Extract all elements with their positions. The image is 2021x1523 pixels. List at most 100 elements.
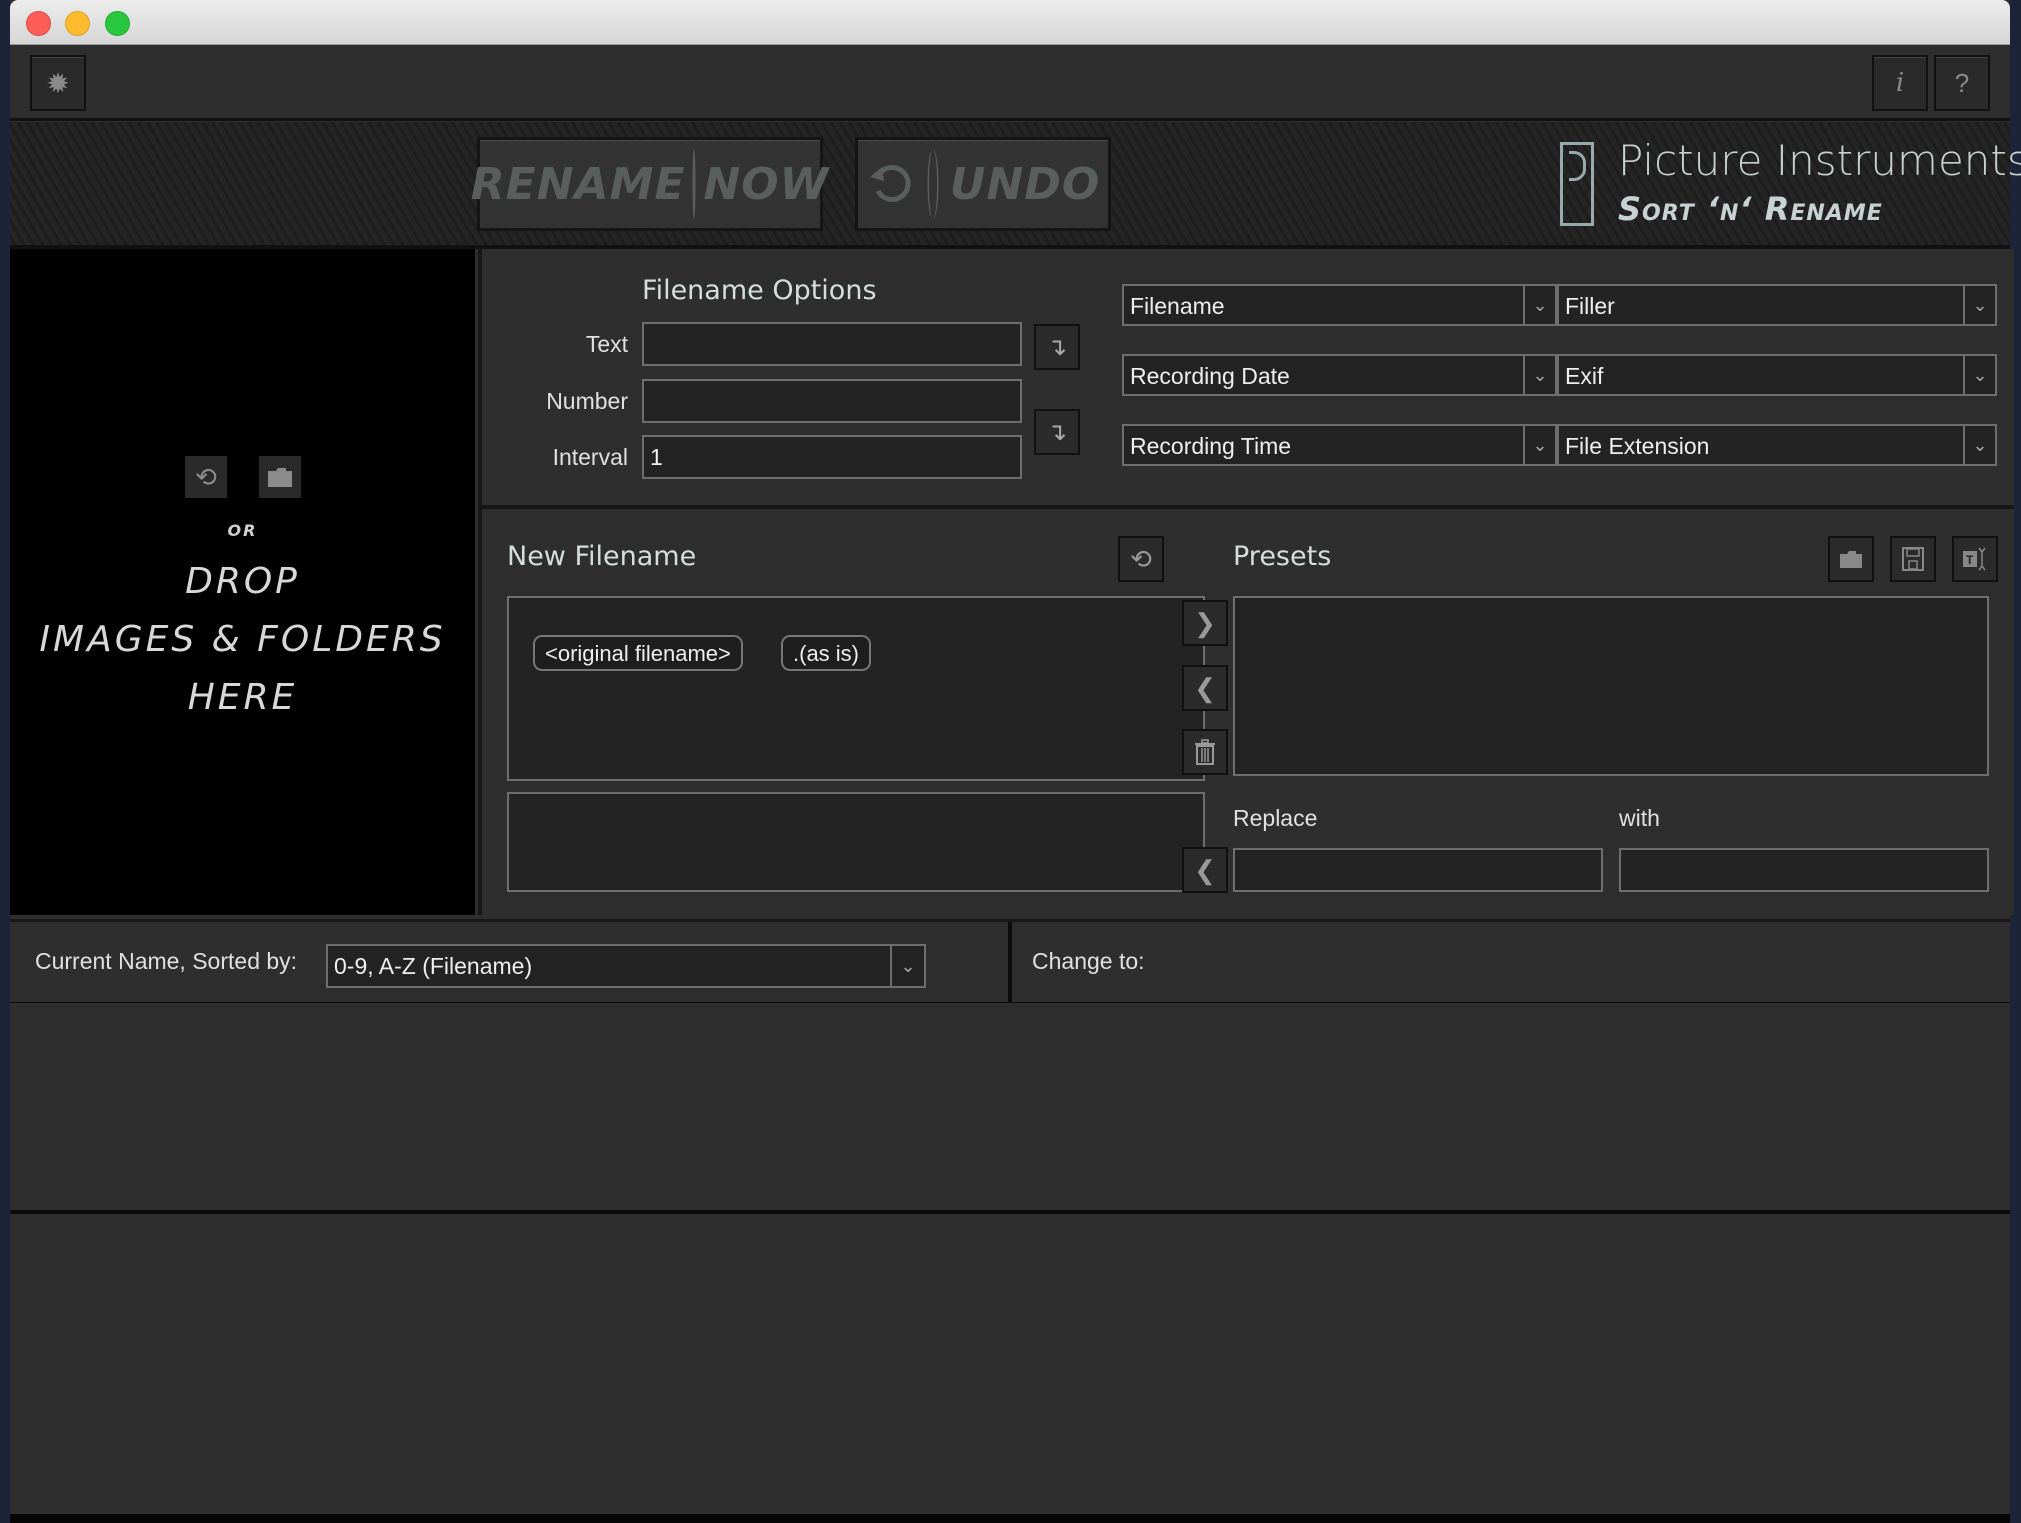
new-filename-panel: New Filename ⟲ <original filename> .(as … [478,509,2014,915]
help-button[interactable]: ? [1934,55,1990,111]
field-select-2[interactable]: Recording Date ⌄ [1122,354,1557,396]
pattern-tag[interactable]: .(as is) [781,635,871,671]
insert-number-button[interactable]: ↴ [1034,409,1080,455]
settings-button[interactable]: ✹ [30,55,86,111]
folder-icon [268,468,292,487]
toolbar: ✹ i ? [10,45,2010,121]
number-input[interactable] [642,379,1022,423]
new-filename-title: New Filename [507,541,697,572]
drop-zone[interactable]: ⟲ OR DROP IMAGES & FOLDERS HERE [10,249,475,915]
with-input[interactable] [1619,848,1989,892]
field-select-1-value: Filename [1130,293,1225,319]
file-preview-area[interactable] [10,1214,2010,1523]
delete-pattern-button[interactable] [1182,729,1228,775]
now-label: NOW [703,158,830,210]
open-preset-button[interactable] [1828,536,1874,582]
reload-icon: ⟲ [195,461,217,492]
sort-bar: Current Name, Sorted by: 0-9, A-Z (Filen… [10,919,2010,1006]
interval-input[interactable] [642,435,1022,479]
field-select-2-value: Recording Date [1130,363,1290,389]
info-button[interactable]: i [1872,55,1928,111]
chevron-down-icon: ⌄ [890,946,924,986]
drop-text-line-3: HERE [187,677,298,718]
field-select-3-value: Recording Time [1130,433,1292,459]
gear-icon: ✹ [46,67,70,99]
field-select-3[interactable]: Recording Time ⌄ [1122,424,1557,466]
save-preset-button[interactable] [1890,536,1936,582]
info-icon: i [1895,68,1905,98]
or-label: OR [227,521,258,540]
chevron-right-icon: ❯ [1194,607,1216,638]
bracket-separator [692,149,696,219]
title-bar [10,0,2010,45]
current-name-label: Current Name, Sorted by: [35,948,298,974]
brand-subtitle: Sort ‘n‘ Rename [1618,190,1883,228]
chevron-left-icon: ❮ [1194,854,1216,885]
header-banner: RENAME NOW UNDO Picture Instruments Sort… [10,122,2021,249]
save-icon [1902,547,1924,571]
close-window-button[interactable] [26,11,51,36]
text-input[interactable] [642,322,1022,366]
chevron-left-icon: ❮ [1194,672,1216,703]
insert-arrow-icon: ↴ [1046,418,1068,446]
zoom-window-button[interactable] [105,11,130,36]
picture-instruments-logo-icon [1560,142,1594,226]
presets-title: Presets [1233,541,1332,572]
field-select-1[interactable]: Filename ⌄ [1122,284,1557,326]
chevron-down-icon: ⌄ [1523,286,1555,324]
presets-list[interactable] [1233,596,1989,776]
column-divider [1008,922,1012,1002]
filename-preview-area[interactable] [507,792,1205,892]
replace-input[interactable] [1233,848,1603,892]
insert-arrow-icon: ↴ [1046,333,1068,361]
chevron-down-icon: ⌄ [1963,356,1995,394]
subfield-select-1-value: Filler [1565,293,1615,319]
pattern-tag[interactable]: <original filename> [533,635,743,671]
undo-label: UNDO [949,158,1101,210]
replace-label: Replace [1233,805,1318,831]
filename-options-title: Filename Options [642,275,877,306]
interval-label: Interval [552,444,628,470]
rename-preset-button[interactable]: T [1952,536,1998,582]
text-cursor-icon: T [1963,547,1986,571]
subfield-select-2[interactable]: Exif ⌄ [1557,354,1997,396]
reload-button[interactable]: ⟲ [185,456,227,498]
file-list[interactable] [10,1003,2010,1214]
reset-icon: ⟲ [1130,543,1152,574]
chevron-down-icon: ⌄ [1963,286,1995,324]
folder-icon [1840,551,1862,568]
sort-order-value: 0-9, A-Z (Filename) [334,953,533,979]
remove-from-pattern-button[interactable]: ❮ [1182,665,1228,711]
app-window: ✹ i ? RENAME NOW UNDO Picture Instrument… [10,0,2021,1523]
with-label: with [1619,805,1660,831]
help-icon: ? [1954,67,1970,98]
sort-order-select[interactable]: 0-9, A-Z (Filename) ⌄ [326,944,926,988]
subfield-select-3-value: File Extension [1565,433,1710,459]
brand-title: Picture Instruments [1618,136,2021,185]
chevron-down-icon: ⌄ [1523,356,1555,394]
number-label: Number [546,388,628,414]
subfield-select-2-value: Exif [1565,363,1604,389]
change-to-label: Change to: [1032,948,1145,974]
chevron-down-icon: ⌄ [1523,426,1555,464]
rename-label: RENAME [470,158,686,210]
remove-preview-button[interactable]: ❮ [1182,847,1228,893]
subfield-select-3[interactable]: File Extension ⌄ [1557,424,1997,466]
filename-pattern-area[interactable]: <original filename> .(as is) [507,596,1205,781]
subfield-select-1[interactable]: Filler ⌄ [1557,284,1997,326]
drop-text-line-2: IMAGES & FOLDERS [39,619,446,660]
open-folder-button[interactable] [259,456,301,498]
bracket-separator [927,149,939,219]
undo-icon [869,164,911,202]
insert-text-button[interactable]: ↴ [1034,324,1080,370]
filename-options-panel: Filename Options Text Number Interval ↴ … [478,249,2014,509]
add-to-pattern-button[interactable]: ❯ [1182,600,1228,646]
rename-now-button[interactable]: RENAME NOW [471,137,828,231]
svg-text:T: T [1966,553,1974,567]
text-label: Text [585,331,628,357]
minimize-window-button[interactable] [65,11,90,36]
drop-text-line-1: DROP [185,561,300,602]
reset-filename-button[interactable]: ⟲ [1118,536,1164,582]
undo-button[interactable]: UNDO [855,137,1111,231]
chevron-down-icon: ⌄ [1963,426,1995,464]
